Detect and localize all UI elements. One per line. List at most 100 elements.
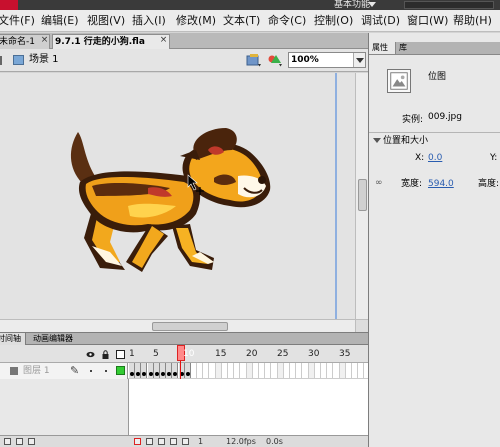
frame-number: 30 — [308, 349, 320, 359]
edit-multiple-frames-icon[interactable] — [170, 438, 177, 445]
edit-symbol-icon[interactable] — [267, 53, 283, 68]
frame-cell[interactable] — [271, 363, 278, 378]
keyframe-cell[interactable] — [141, 363, 148, 378]
scene-label[interactable]: 场景 1 — [29, 53, 59, 67]
lock-dot[interactable] — [105, 370, 107, 372]
menu-debug[interactable]: 调试(D) — [360, 10, 406, 32]
onion-outline-icon[interactable] — [158, 438, 165, 445]
link-icon[interactable]: ∞ — [375, 178, 385, 188]
frame-number: 10 — [183, 349, 195, 359]
frame-cells[interactable] — [129, 363, 368, 379]
new-layer-icon[interactable] — [4, 438, 11, 445]
keyframe-cell[interactable] — [153, 363, 160, 378]
frame-cell[interactable] — [259, 363, 266, 378]
dog-artwork[interactable] — [0, 73, 355, 319]
chevron-down-icon[interactable] — [373, 138, 381, 143]
chevron-down-icon[interactable] — [368, 2, 376, 7]
menu-file[interactable]: 文件(F) — [0, 10, 40, 32]
frame-cell[interactable] — [222, 363, 228, 378]
frame-rate: 12.0fps — [226, 437, 256, 446]
menu-control[interactable]: 控制(O) — [313, 10, 360, 32]
frame-cell[interactable] — [290, 363, 297, 378]
scroll-thumb[interactable] — [152, 322, 228, 331]
keyframe-cell[interactable] — [147, 363, 154, 378]
frame-cell[interactable] — [333, 363, 340, 378]
keyframe-cell[interactable] — [166, 363, 173, 378]
tab-library[interactable]: 库 — [396, 42, 414, 54]
frame-cell[interactable] — [240, 363, 247, 378]
lock-icon[interactable] — [101, 350, 110, 359]
frame-cell[interactable] — [284, 363, 290, 378]
new-folder-icon[interactable] — [16, 438, 23, 445]
frame-cell[interactable] — [253, 363, 259, 378]
frame-cell[interactable] — [209, 363, 216, 378]
frame-number: 15 — [215, 349, 227, 359]
frame-cell[interactable] — [302, 363, 309, 378]
menu-window[interactable]: 窗口(W) — [406, 10, 452, 32]
workspace-switcher[interactable]: 基本功能 — [334, 0, 370, 10]
tab-motion-editor[interactable]: 动画编辑器 — [30, 333, 82, 345]
stage-canvas[interactable] — [0, 73, 355, 319]
frame-cell[interactable] — [215, 363, 222, 378]
keyframe-cell[interactable] — [172, 363, 179, 378]
keyframe-cell[interactable] — [184, 363, 191, 378]
chevron-down-icon[interactable] — [353, 53, 365, 67]
menu-edit[interactable]: 编辑(E) — [40, 10, 86, 32]
current-frame: 1 — [198, 437, 204, 446]
trash-icon[interactable] — [28, 438, 35, 445]
frame-cell[interactable] — [265, 363, 272, 378]
frame-cell[interactable] — [358, 363, 365, 378]
frame-cell[interactable] — [308, 363, 315, 378]
close-icon[interactable]: × — [40, 36, 49, 45]
modify-markers-icon[interactable] — [182, 438, 189, 445]
x-value[interactable]: 0.0 — [428, 152, 442, 164]
edit-scene-icon[interactable] — [246, 53, 262, 68]
frame-cell[interactable] — [327, 363, 334, 378]
frame-cell[interactable] — [315, 363, 321, 378]
layer-name[interactable]: 图层 1 — [23, 365, 50, 377]
position-size-section[interactable]: 位置和大小 — [369, 132, 500, 148]
elapsed-time: 0.0s — [266, 437, 283, 446]
menu-commands[interactable]: 命令(C) — [267, 10, 313, 32]
keyframe-cell[interactable] — [129, 363, 135, 378]
keyframe-dot — [142, 372, 147, 376]
frame-cell[interactable] — [191, 363, 197, 378]
tab-timeline[interactable]: 时间轴 — [0, 333, 26, 345]
scroll-thumb[interactable] — [358, 179, 367, 211]
horizontal-scrollbar[interactable] — [0, 319, 355, 332]
frame-cell[interactable] — [321, 363, 328, 378]
symbol-type: 位图 — [428, 72, 447, 82]
keyframe-cell[interactable] — [160, 363, 166, 378]
frame-cell[interactable] — [228, 363, 235, 378]
menu-view[interactable]: 视图(V) — [86, 10, 131, 32]
frame-cell[interactable] — [339, 363, 346, 378]
frame-cell[interactable] — [234, 363, 241, 378]
visibility-dot[interactable] — [90, 370, 92, 372]
vertical-scrollbar[interactable] — [355, 73, 368, 319]
zoom-select[interactable]: 100% — [288, 52, 366, 68]
menu-modify[interactable]: 修改(M) — [175, 10, 222, 32]
onion-skin-icon[interactable] — [146, 438, 153, 445]
tab-properties[interactable]: 属性 — [369, 42, 396, 54]
menu-insert[interactable]: 插入(I) — [131, 10, 175, 32]
layer-name-cell[interactable]: 图层 1 ✎ — [0, 363, 128, 379]
width-value[interactable]: 594.0 — [428, 178, 454, 190]
layer-outline-color[interactable] — [116, 366, 125, 375]
frame-cell[interactable] — [346, 363, 352, 378]
doc-tab-walking-dog[interactable]: 9.7.1 行走的小狗.fla — [52, 34, 170, 49]
close-icon[interactable]: × — [159, 36, 168, 45]
menu-help[interactable]: 帮助(H) — [452, 10, 492, 32]
frame-cell[interactable] — [203, 363, 210, 378]
center-frame-icon[interactable] — [134, 438, 141, 445]
eye-icon[interactable] — [86, 350, 95, 359]
frame-cell[interactable] — [296, 363, 303, 378]
menu-text[interactable]: 文本(T) — [222, 10, 267, 32]
frame-cell[interactable] — [352, 363, 359, 378]
frame-cell[interactable] — [197, 363, 204, 378]
frame-cell[interactable] — [277, 363, 284, 378]
frame-cell[interactable] — [246, 363, 253, 378]
back-arrow-icon[interactable] — [0, 56, 6, 65]
outline-icon[interactable] — [116, 350, 125, 359]
search-input[interactable] — [404, 1, 494, 9]
keyframe-cell[interactable] — [135, 363, 142, 378]
